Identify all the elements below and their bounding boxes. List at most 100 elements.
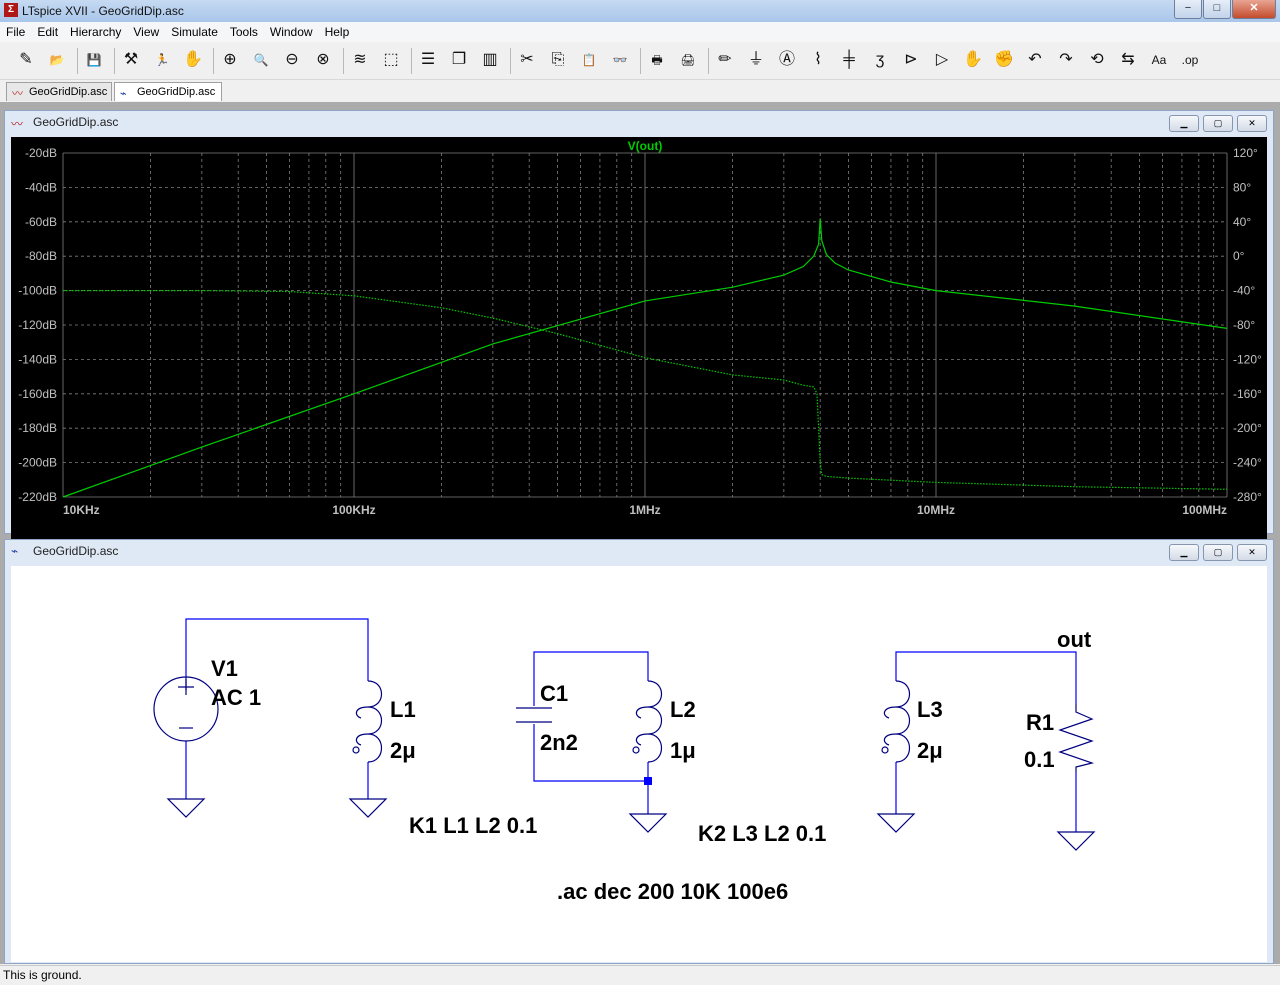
l1-name[interactable]: L1	[390, 697, 416, 722]
drag-icon[interactable]: ✊	[992, 48, 1016, 72]
ground-symbol[interactable]	[166, 798, 206, 818]
inductor-l3[interactable]	[881, 680, 911, 763]
menu-edit[interactable]: Edit	[31, 22, 64, 42]
spice-directive-icon[interactable]: .op	[1178, 48, 1202, 72]
r1-value[interactable]: 0.1	[1024, 747, 1055, 772]
c1-name[interactable]: C1	[540, 681, 568, 706]
ground-symbol[interactable]	[628, 813, 668, 833]
menu-window[interactable]: Window	[264, 22, 319, 42]
ground-icon[interactable]: ⏚	[744, 48, 768, 72]
inductor-icon[interactable]: ʒ	[868, 48, 892, 72]
r1-name[interactable]: R1	[1026, 710, 1054, 735]
pan-icon[interactable]: 🔍	[249, 48, 273, 72]
waveform-minimize-button[interactable]: ▁	[1169, 115, 1199, 132]
ground-symbol[interactable]	[348, 798, 388, 818]
tab-label: GeoGridDip.asc	[137, 86, 216, 98]
schematic-close-button[interactable]: ✕	[1237, 544, 1267, 561]
minimize-button[interactable]: −	[1174, 0, 1202, 19]
l3-name[interactable]: L3	[917, 697, 943, 722]
inductor-l2[interactable]	[632, 680, 663, 763]
l2-value[interactable]: 1μ	[670, 738, 696, 763]
v1-name[interactable]: V1	[211, 656, 238, 681]
net-label-out[interactable]: out	[1057, 627, 1092, 652]
find-icon[interactable]: 👓	[608, 48, 632, 72]
zoom-cancel-icon[interactable]: ⊗	[311, 48, 335, 72]
tab-waveform[interactable]: 〰 GeoGridDip.asc	[6, 82, 112, 101]
ac-directive[interactable]: .ac dec 200 10K 100e6	[557, 879, 788, 904]
ltspice-logo-icon: Ʃ	[4, 3, 18, 17]
save-icon[interactable]: 💾	[82, 48, 106, 72]
waveform-close-button[interactable]: ✕	[1237, 115, 1267, 132]
l1-value[interactable]: 2μ	[390, 738, 416, 763]
y-tick-label-phase: -240°	[1233, 456, 1262, 470]
menu-tools[interactable]: Tools	[224, 22, 264, 42]
k2-directive[interactable]: K2 L3 L2 0.1	[698, 821, 826, 846]
component-icon[interactable]: ▷	[930, 48, 954, 72]
move-icon[interactable]: ✋	[961, 48, 985, 72]
menu-simulate[interactable]: Simulate	[165, 22, 224, 42]
tile-vertical-icon[interactable]: ▥	[478, 48, 502, 72]
open-icon[interactable]: 📂	[45, 48, 69, 72]
c1-value[interactable]: 2n2	[540, 730, 578, 755]
k1-directive[interactable]: K1 L1 L2 0.1	[409, 813, 537, 838]
mirror-icon[interactable]: ⇆	[1116, 48, 1140, 72]
voltage-source-v1[interactable]	[153, 676, 219, 742]
components	[153, 676, 1096, 851]
schematic-window-title: ⌁ GeoGridDip.asc	[11, 544, 118, 558]
fit-icon[interactable]: ⬚	[379, 48, 403, 72]
capacitor-c1[interactable]	[516, 707, 552, 723]
control-panel-icon[interactable]: ⚒	[119, 48, 143, 72]
print-icon[interactable]: 🖶	[645, 48, 669, 72]
menu-help[interactable]: Help	[319, 22, 356, 42]
tile-horizontal-icon[interactable]: ☰	[416, 48, 440, 72]
zoom-in-icon[interactable]: ⊕	[218, 48, 242, 72]
draw-wire-icon[interactable]: ✏	[713, 48, 737, 72]
redo-icon[interactable]: ↷	[1054, 48, 1078, 72]
l3-value[interactable]: 2μ	[917, 738, 943, 763]
undo-icon[interactable]: ↶	[1023, 48, 1047, 72]
l2-name[interactable]: L2	[670, 697, 696, 722]
trace-label-vout[interactable]: V(out)	[628, 139, 663, 153]
maximize-button[interactable]: □	[1203, 0, 1231, 19]
inductor-l1[interactable]	[352, 680, 383, 763]
new-schematic-icon[interactable]: ✎	[14, 48, 38, 72]
close-button[interactable]: ✕	[1232, 0, 1276, 19]
menu-hierarchy[interactable]: Hierarchy	[64, 22, 127, 42]
y-tick-label-db: -160dB	[18, 387, 57, 401]
ground-symbol[interactable]	[1056, 831, 1096, 851]
y-tick-label-phase: -120°	[1233, 352, 1262, 366]
zoom-out-icon[interactable]: ⊖	[280, 48, 304, 72]
waveform-maximize-button[interactable]: ▢	[1203, 115, 1233, 132]
cut-icon[interactable]: ✂	[515, 48, 539, 72]
title-bar: Ʃ LTspice XVII - GeoGridDip.asc − □ ✕	[0, 0, 1280, 23]
y-tick-label-phase: -160°	[1233, 387, 1262, 401]
toolbar-separator	[708, 48, 709, 74]
menu-view[interactable]: View	[127, 22, 165, 42]
rotate-icon[interactable]: ⟲	[1085, 48, 1109, 72]
run-icon[interactable]: 🏃	[150, 48, 174, 72]
schematic-minimize-button[interactable]: ▁	[1169, 544, 1199, 561]
autorange-icon[interactable]: ≋	[348, 48, 372, 72]
resistor-icon[interactable]: ⌇	[806, 48, 830, 72]
copy-icon[interactable]: ⎘	[546, 48, 570, 72]
label-net-icon[interactable]: Ⓐ	[775, 48, 799, 72]
halt-icon[interactable]: ✋	[181, 48, 205, 72]
menu-file[interactable]: File	[0, 22, 31, 42]
schematic-icon: ⌁	[11, 544, 19, 558]
cascade-icon[interactable]: ❐	[447, 48, 471, 72]
text-icon[interactable]: Aa	[1147, 48, 1171, 72]
schematic-maximize-button[interactable]: ▢	[1203, 544, 1233, 561]
diode-icon[interactable]: ⊳	[899, 48, 923, 72]
y-tick-label-db: -60dB	[25, 215, 57, 229]
toolbar-separator	[343, 48, 344, 74]
v1-value[interactable]: AC 1	[211, 685, 261, 710]
resistor-r1[interactable]	[1058, 704, 1095, 772]
schematic-svg: V1 AC 1 L1 2μ C1 2n2 L2 1μ L3 2μ R1 0.1 …	[153, 618, 1096, 904]
paste-icon[interactable]: 📋	[577, 48, 601, 72]
tab-schematic[interactable]: ⌁ GeoGridDip.asc	[114, 82, 222, 101]
capacitor-icon[interactable]: ╪	[837, 48, 861, 72]
schematic-canvas[interactable]: V1 AC 1 L1 2μ C1 2n2 L2 1μ L3 2μ R1 0.1 …	[11, 566, 1267, 962]
waveform-plot[interactable]: -20dB 120° -40dB 80° -60dB 40° -80dB 0° -100dB -4…	[11, 137, 1267, 543]
print-setup-icon[interactable]: 🖨	[676, 48, 700, 72]
ground-symbol[interactable]	[876, 813, 916, 833]
